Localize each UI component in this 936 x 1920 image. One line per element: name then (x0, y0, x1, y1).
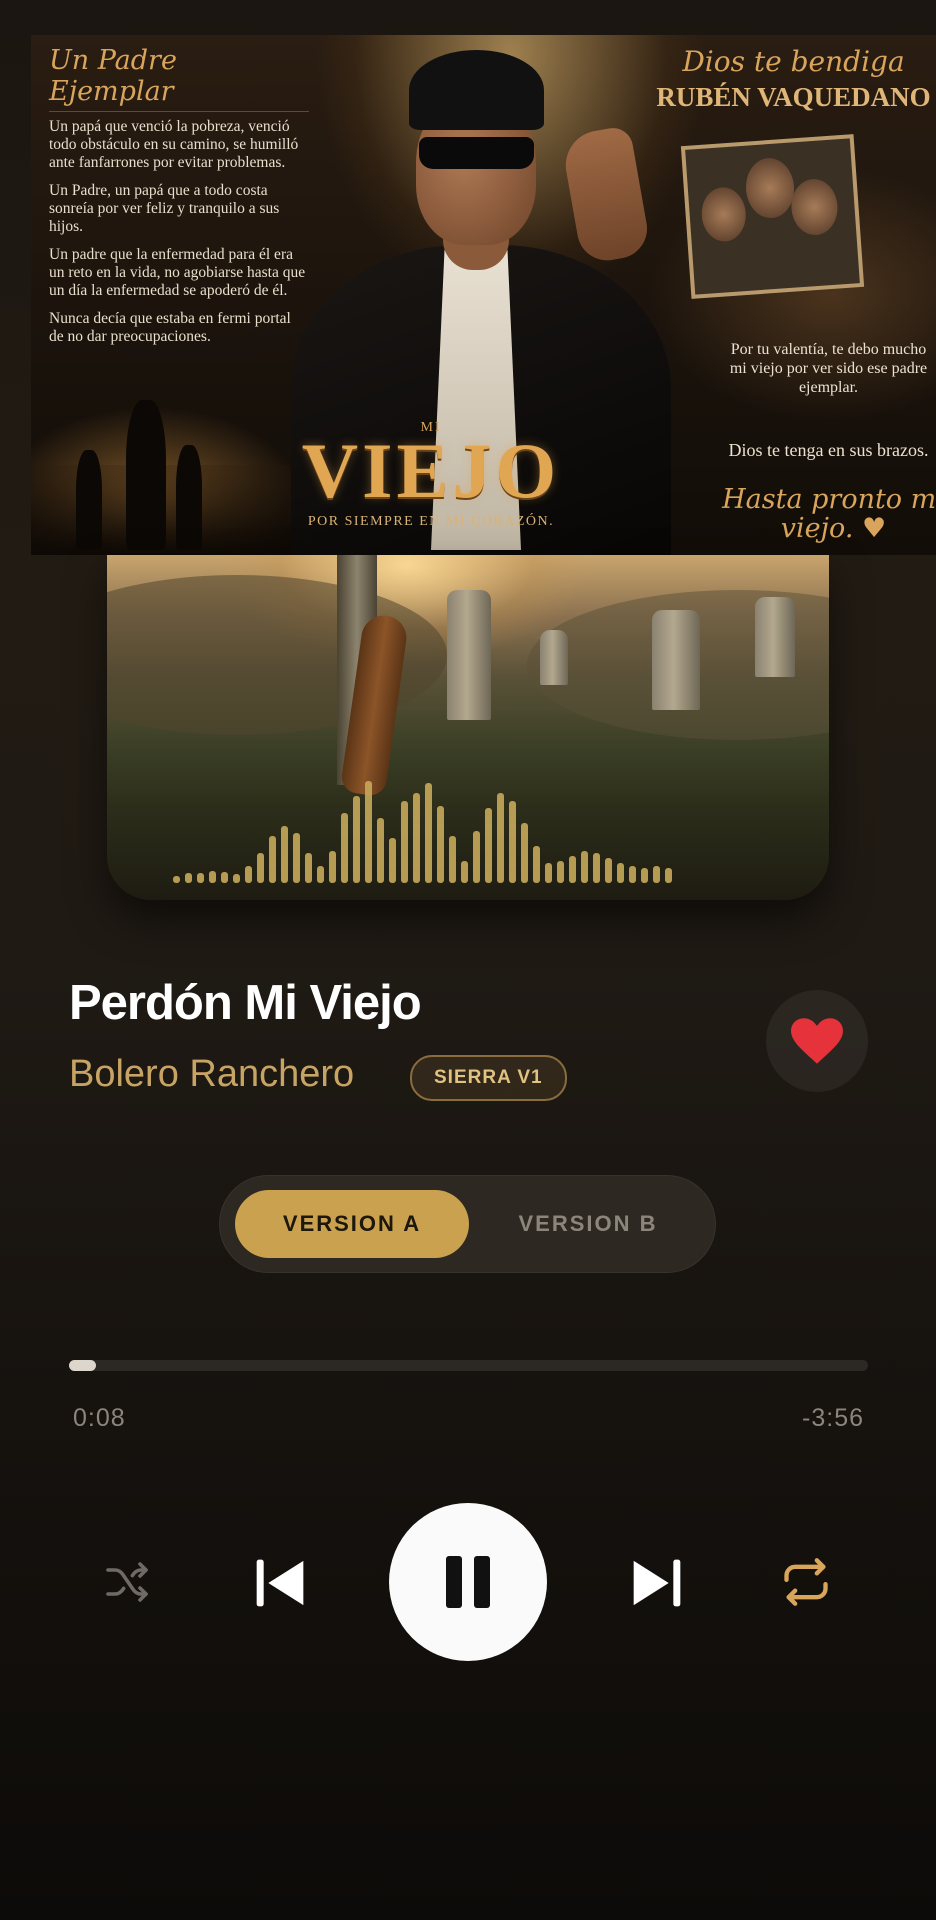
waveform-bar (233, 874, 240, 883)
banner-right-name: RUBÉN VAQUEDANO (656, 82, 931, 112)
progress-fill (69, 1360, 97, 1371)
pause-icon (446, 1556, 490, 1608)
waveform-bar (245, 865, 252, 883)
waveform-bar (485, 808, 492, 883)
waveform-bar (341, 813, 348, 883)
model-badge: SIERRA V1 (410, 1055, 567, 1101)
waveform-bar (425, 783, 432, 883)
artwork-gravestone (755, 597, 795, 677)
waveform-bar (269, 835, 276, 883)
waveform-bar (257, 853, 264, 883)
remaining-time: -3:56 (802, 1404, 864, 1432)
version-toggle: VERSION A VERSION B (219, 1175, 716, 1273)
waveform-bar (401, 800, 408, 883)
waveform-bar (377, 818, 384, 883)
banner-right-farewell: Hasta pronto mi viejo. ♥ (722, 484, 936, 544)
waveform-bar (557, 860, 564, 883)
waveform-bar (461, 860, 468, 883)
waveform-bar (521, 823, 528, 883)
album-artwork (107, 555, 829, 900)
version-b-tab[interactable]: VERSION B (477, 1190, 699, 1258)
banner-subtitle: POR SIEMPRE EN MI CORAZÓN. (307, 514, 555, 529)
waveform-bar (197, 873, 204, 883)
artwork-gravestone (540, 630, 568, 685)
next-button[interactable] (622, 1548, 692, 1618)
memorial-banner-image: Un Padre Ejemplar Un papá que venció la … (31, 35, 936, 555)
waveform-bar (293, 833, 300, 883)
waveform-bar (569, 855, 576, 883)
waveform-bar (185, 873, 192, 883)
artwork-gravestone (652, 610, 700, 710)
shuffle-button[interactable] (98, 1552, 158, 1612)
skip-next-icon (633, 1559, 681, 1607)
waveform-bar (617, 863, 624, 883)
pause-button[interactable] (389, 1503, 547, 1661)
waveform-bar (449, 835, 456, 883)
waveform-bar (581, 850, 588, 883)
heart-icon (791, 1018, 843, 1064)
waveform-bar (317, 865, 324, 883)
waveform-bar (437, 805, 444, 883)
progress-bar[interactable] (69, 1360, 868, 1371)
shuffle-icon (106, 1562, 148, 1602)
banner-viejo-title: VIEJO (301, 427, 561, 514)
waveform-bar (305, 853, 312, 883)
banner-right-blessing: Dios te tenga en sus brazos. (728, 440, 929, 460)
repeat-button[interactable] (776, 1552, 836, 1612)
version-a-tab[interactable]: VERSION A (235, 1190, 469, 1258)
banner-center-title: MI VIEJO POR SIEMPRE EN MI CORAZÓN. (271, 420, 591, 530)
waveform-bar (221, 871, 228, 883)
family-silhouette (66, 380, 226, 550)
repeat-icon (784, 1558, 828, 1606)
song-title: Perdón Mi Viejo (69, 976, 422, 1030)
banner-right-title: Dios te bendiga (682, 45, 905, 78)
elapsed-time: 0:08 (73, 1404, 126, 1432)
waveform-bar (353, 795, 360, 883)
waveform-bar (173, 875, 180, 883)
waveform-bar (329, 850, 336, 883)
waveform-bar (209, 870, 216, 883)
waveform-bar (545, 863, 552, 883)
waveform-bar (281, 825, 288, 883)
family-photo (680, 134, 865, 299)
waveform-bar (365, 780, 372, 883)
waveform-bar (665, 868, 672, 883)
favorite-button[interactable] (766, 990, 868, 1092)
waveform-bar (533, 845, 540, 883)
waveform-bar (653, 865, 660, 883)
waveform-bar (641, 868, 648, 883)
waveform-bar (593, 853, 600, 883)
waveform-bar (497, 793, 504, 883)
artwork-gravestone (447, 590, 491, 720)
waveform-bar (509, 800, 516, 883)
waveform-bar (389, 838, 396, 883)
song-artist[interactable]: Bolero Ranchero (69, 1053, 354, 1096)
skip-previous-icon (256, 1559, 304, 1607)
banner-right-quote: Por tu valentía, te debo mucho mi viejo … (729, 341, 928, 396)
waveform-bar (413, 793, 420, 883)
waveform-bar (473, 830, 480, 883)
previous-button[interactable] (245, 1548, 315, 1618)
waveform-bar (605, 858, 612, 883)
banner-right-header: Dios te bendiga RUBÉN VAQUEDANO (651, 45, 936, 113)
audio-waveform (173, 763, 672, 883)
waveform-bar (629, 865, 636, 883)
